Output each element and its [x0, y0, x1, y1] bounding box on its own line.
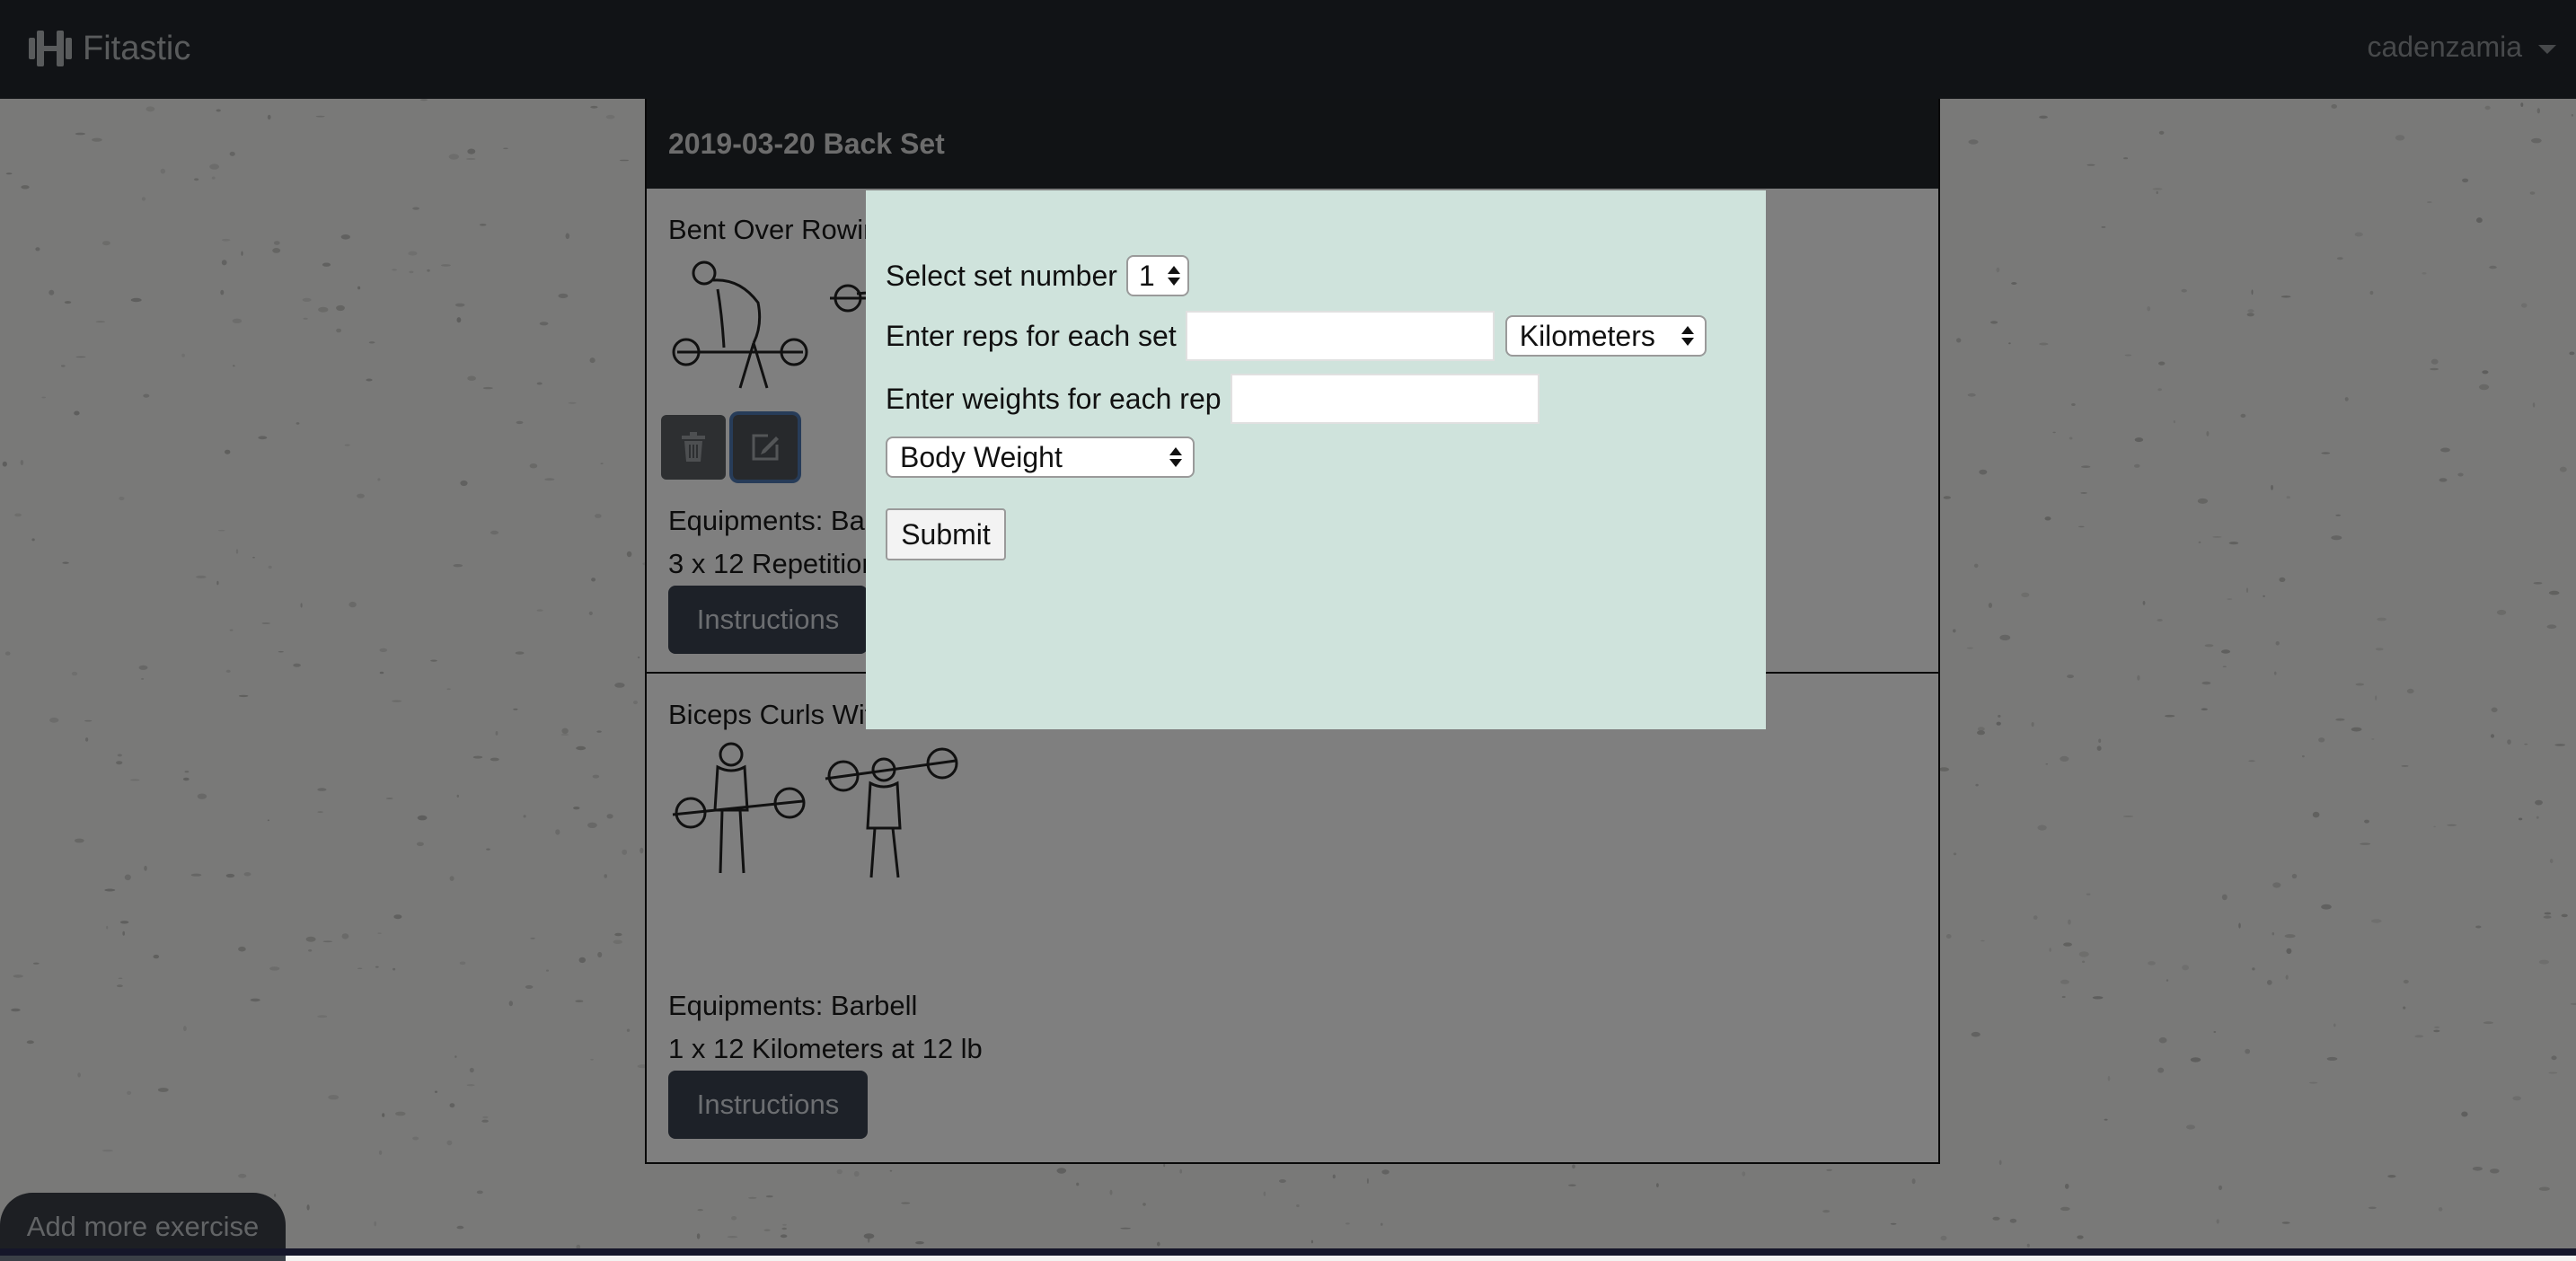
reps-unit-select[interactable]: Kilometers	[1504, 315, 1707, 357]
select-arrows-icon	[1169, 447, 1182, 467]
select-arrows-icon	[1167, 266, 1180, 286]
set-number-label: Select set number	[886, 259, 1117, 292]
weights-input[interactable]	[1230, 374, 1539, 424]
weights-row: Enter weights for each rep	[886, 374, 1539, 424]
reps-input[interactable]	[1185, 311, 1495, 361]
submit-row: Submit	[886, 508, 1006, 560]
set-number-select[interactable]: 1	[1125, 255, 1189, 296]
set-number-value: 1	[1138, 259, 1155, 292]
weight-type-value: Body Weight	[900, 440, 1063, 473]
set-number-row: Select set number 1	[886, 255, 1189, 296]
edit-set-modal: Select set number 1 Enter reps for each …	[866, 190, 1766, 729]
reps-row: Enter reps for each set Kilometers	[886, 311, 1707, 361]
select-arrows-icon	[1681, 326, 1694, 346]
reps-unit-value: Kilometers	[1519, 319, 1655, 352]
weights-label: Enter weights for each rep	[886, 382, 1222, 415]
reps-label: Enter reps for each set	[886, 319, 1177, 352]
submit-button[interactable]: Submit	[886, 508, 1006, 560]
weight-type-select[interactable]: Body Weight	[886, 436, 1195, 478]
weight-type-row: Body Weight	[886, 436, 1195, 478]
